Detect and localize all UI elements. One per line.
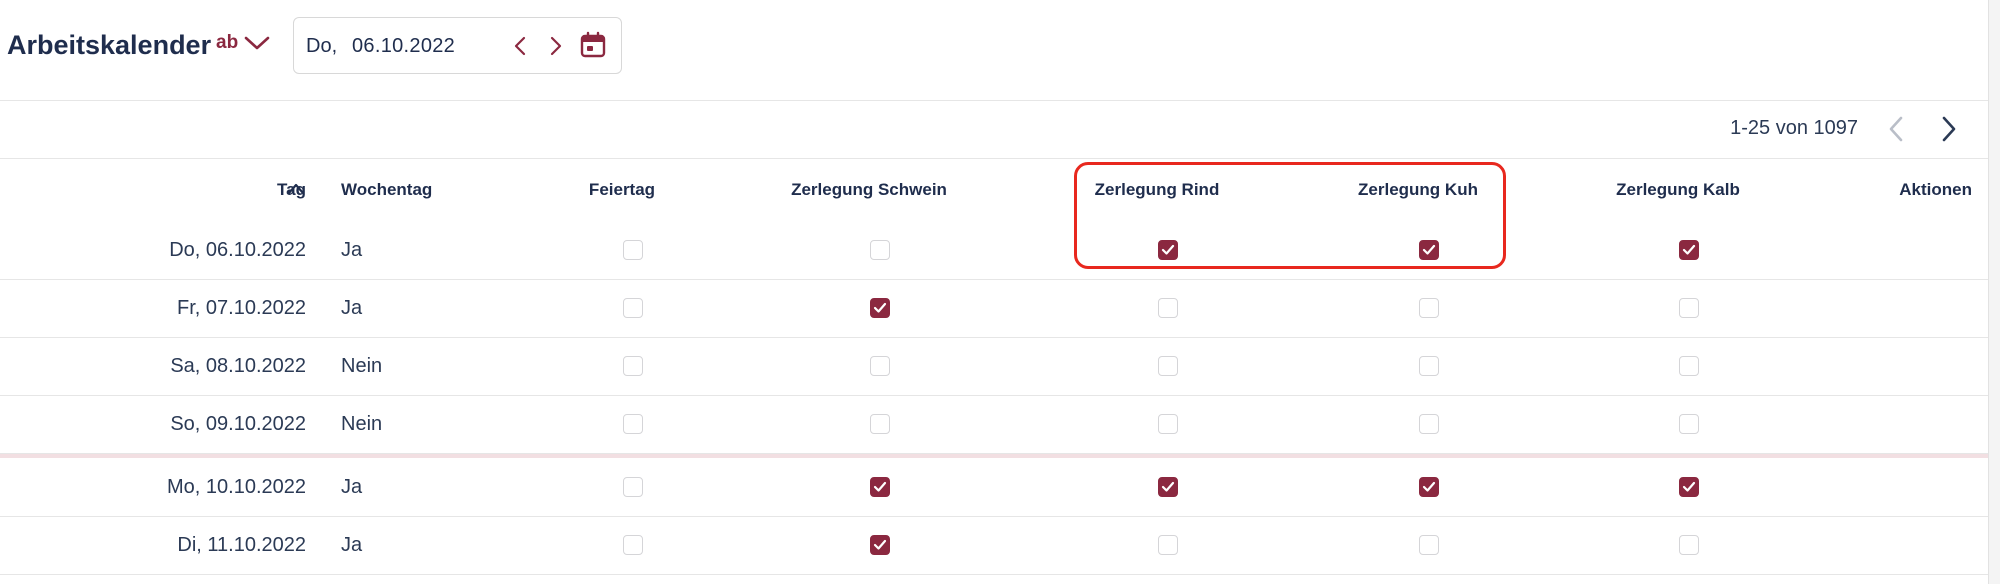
cell-weekday: Nein (341, 413, 383, 435)
checkbox-feiertag[interactable] (623, 414, 643, 434)
checkbox-schwein[interactable] (870, 414, 890, 434)
sort-direction-toggle[interactable]: ab (216, 32, 270, 54)
checkbox-schwein[interactable] (870, 477, 890, 497)
table-row: Do, 06.10.2022 Ja (0, 221, 1988, 280)
checkbox-schwein[interactable] (870, 240, 890, 260)
pagination-bar: 1-25 von 1097 (0, 100, 1988, 159)
cell-weekday: Ja (341, 239, 363, 261)
checkmark-icon (1422, 481, 1436, 492)
checkbox-kuh[interactable] (1419, 535, 1439, 555)
checkbox-rind[interactable] (1158, 298, 1178, 318)
checkbox-kalb[interactable] (1679, 414, 1699, 434)
checkmark-icon (873, 539, 887, 550)
checkmark-icon (873, 302, 887, 313)
column-header-schwein[interactable]: Zerlegung Schwein (791, 180, 947, 200)
chevron-down-icon (244, 36, 270, 50)
checkbox-rind[interactable] (1158, 477, 1178, 497)
checkmark-icon (1161, 481, 1175, 492)
checkbox-kalb[interactable] (1679, 240, 1699, 260)
chevron-right-icon[interactable] (1937, 113, 1961, 145)
chevron-left-icon[interactable] (1884, 113, 1908, 145)
column-header-kalb[interactable]: Zerlegung Kalb (1616, 180, 1740, 200)
checkbox-feiertag[interactable] (623, 356, 643, 376)
calendar-icon[interactable] (579, 31, 607, 59)
checkbox-feiertag[interactable] (623, 240, 643, 260)
cell-weekday: Ja (341, 476, 363, 498)
column-header-aktionen: Aktionen (1899, 180, 1972, 199)
sort-direction-label: ab (216, 32, 239, 53)
checkbox-schwein[interactable] (870, 356, 890, 376)
checkbox-kalb[interactable] (1679, 298, 1699, 318)
column-header-wochentag[interactable]: Wochentag (341, 180, 432, 200)
checkbox-feiertag[interactable] (623, 298, 643, 318)
checkbox-kuh[interactable] (1419, 298, 1439, 318)
checkbox-kuh[interactable] (1419, 414, 1439, 434)
checkbox-feiertag[interactable] (623, 477, 643, 497)
date-picker[interactable]: Do, 06.10.2022 (293, 17, 622, 74)
toolbar: Arbeitskalender ab Do, 06.10.2022 (0, 0, 1988, 101)
column-header-kuh[interactable]: Zerlegung Kuh (1358, 180, 1478, 200)
cell-weekday: Nein (341, 355, 383, 377)
sort-ascending-icon[interactable] (287, 182, 305, 196)
checkbox-feiertag[interactable] (623, 535, 643, 555)
cell-date: Mo, 10.10.2022 (167, 476, 306, 498)
table-row: So, 09.10.2022 Nein (0, 395, 1988, 454)
cell-date: Di, 11.10.2022 (177, 534, 306, 556)
checkbox-kuh[interactable] (1419, 477, 1439, 497)
checkmark-icon (1682, 481, 1696, 492)
date-input-value[interactable]: 06.10.2022 (352, 35, 455, 58)
page-title: Arbeitskalender (7, 30, 212, 60)
checkbox-kalb[interactable] (1679, 356, 1699, 376)
cell-date: Do, 06.10.2022 (169, 239, 306, 261)
checkbox-kuh[interactable] (1419, 356, 1439, 376)
checkbox-rind[interactable] (1158, 240, 1178, 260)
table-row: Fr, 07.10.2022 Ja (0, 279, 1988, 338)
checkbox-schwein[interactable] (870, 298, 890, 318)
cell-date: Fr, 07.10.2022 (177, 297, 306, 319)
chevron-right-icon[interactable] (548, 34, 564, 58)
checkbox-schwein[interactable] (870, 535, 890, 555)
checkmark-icon (1422, 244, 1436, 255)
checkmark-icon (1682, 244, 1696, 255)
table-row: Mo, 10.10.2022 Ja (0, 458, 1988, 517)
cell-date: So, 09.10.2022 (170, 413, 306, 435)
table-row: Sa, 08.10.2022 Nein (0, 337, 1988, 396)
checkmark-icon (873, 481, 887, 492)
chevron-left-icon[interactable] (512, 34, 528, 58)
checkmark-icon (1161, 244, 1175, 255)
cell-weekday: Ja (341, 297, 363, 319)
column-header-feiertag[interactable]: Feiertag (589, 180, 655, 200)
table-row: Di, 11.10.2022 Ja (0, 516, 1988, 575)
checkbox-kalb[interactable] (1679, 535, 1699, 555)
checkbox-rind[interactable] (1158, 356, 1178, 376)
checkbox-kalb[interactable] (1679, 477, 1699, 497)
cell-weekday: Ja (341, 534, 363, 556)
scrollbar[interactable] (1988, 0, 2000, 584)
date-weekday: Do, (306, 35, 338, 57)
checkbox-rind[interactable] (1158, 535, 1178, 555)
pagination-info: 1-25 von 1097 (1730, 117, 1858, 139)
checkbox-kuh[interactable] (1419, 240, 1439, 260)
cell-date: Sa, 08.10.2022 (170, 355, 306, 377)
checkbox-rind[interactable] (1158, 414, 1178, 434)
column-header-rind[interactable]: Zerlegung Rind (1095, 180, 1220, 200)
